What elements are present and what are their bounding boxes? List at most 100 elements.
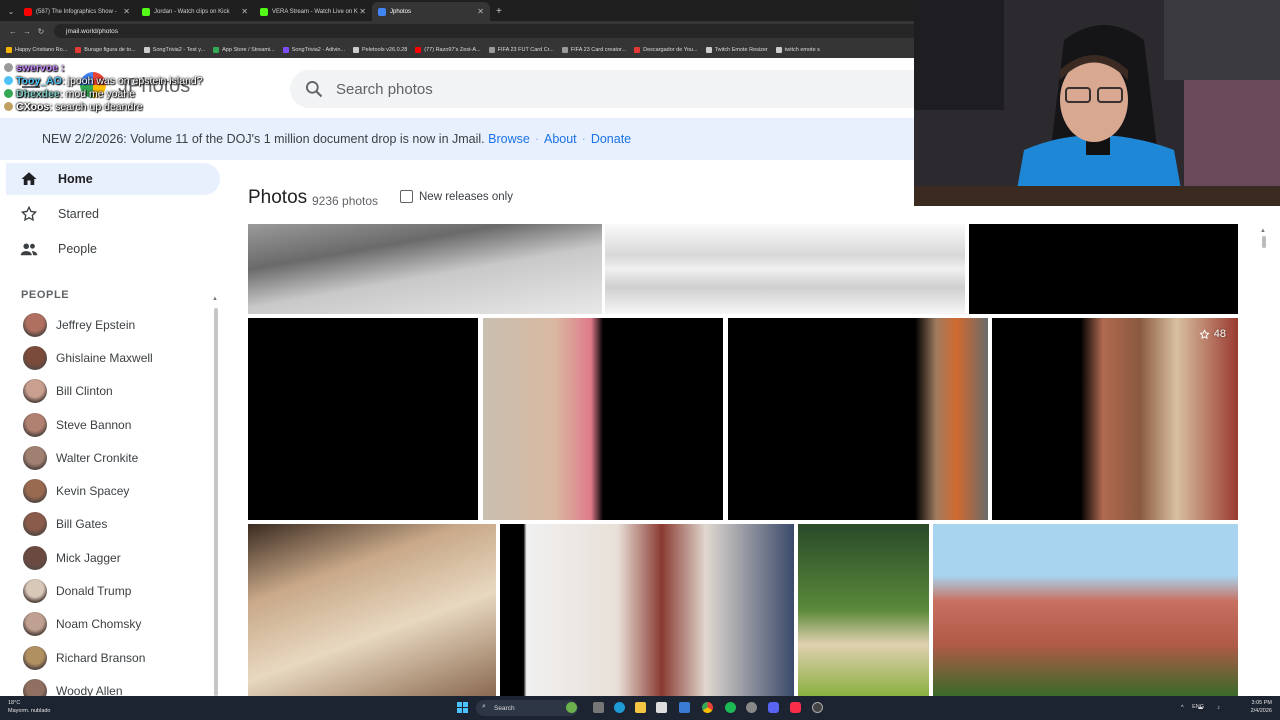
bookmark-item[interactable]: (77) Razo97's Zest-A... (415, 46, 481, 53)
copilot-icon[interactable] (566, 702, 577, 713)
avatar (23, 345, 47, 370)
person-item[interactable]: Mick Jagger (0, 541, 228, 574)
person-name: Ghislaine Maxwell (56, 350, 153, 365)
photo-tile[interactable] (605, 224, 965, 314)
bookmark-item[interactable]: FIFA 23 FUT Card Cr... (488, 46, 554, 53)
photo-tile[interactable] (969, 224, 1238, 314)
close-icon[interactable]: ✕ (241, 7, 248, 16)
browser-tab[interactable]: VERA Stream - Watch Live on K ✕ (254, 2, 372, 21)
person-item[interactable]: Steve Bannon (0, 408, 228, 441)
bookmark-favicon (143, 46, 150, 53)
person-item[interactable]: Jeffrey Epstein (0, 308, 228, 341)
photo-tile[interactable] (798, 524, 929, 696)
language-indicator[interactable]: ENG (1192, 704, 1204, 710)
bookmark-item[interactable]: twitch emote s (775, 46, 820, 53)
bookmark-item[interactable]: Peletools v26.0.28 (353, 46, 408, 53)
photo-tile[interactable] (248, 318, 478, 520)
person-item[interactable]: Noam Chomsky (0, 608, 228, 641)
avatar (23, 412, 47, 437)
task-view-icon[interactable] (593, 702, 604, 713)
person-item[interactable]: Ghislaine Maxwell (0, 341, 228, 374)
windows-taskbar: 18°C Mayorm. nublado ⌕ Search ^ ☁ ♪ ENG … (0, 696, 1280, 720)
person-item[interactable]: Kevin Spacey (0, 474, 228, 507)
photo-tile[interactable] (248, 224, 602, 314)
close-icon[interactable]: ✕ (359, 7, 366, 16)
app-icon[interactable] (812, 702, 823, 713)
photo-tile[interactable] (933, 524, 1238, 696)
bookmark-favicon (6, 46, 12, 53)
reload-icon[interactable]: ↻ (34, 27, 48, 36)
browse-link[interactable]: Browse (488, 132, 530, 146)
photo-tile[interactable] (728, 318, 988, 520)
person-item[interactable]: Woody Allen (0, 674, 228, 696)
search-input[interactable] (336, 80, 836, 98)
photo-tile[interactable] (500, 524, 794, 696)
forward-icon[interactable]: → (20, 27, 34, 36)
new-releases-toggle[interactable]: New releases only (400, 190, 513, 203)
bookmark-item[interactable]: Twitch Emote Resizer (705, 46, 768, 53)
bookmark-item[interactable]: SongTrivia2 - Test y... (143, 46, 205, 53)
nav-starred[interactable]: Starred (6, 198, 220, 230)
browser-tab-active[interactable]: Jphotos ✕ (372, 2, 490, 21)
search-icon[interactable] (304, 79, 324, 99)
main-scrollbar[interactable] (1262, 236, 1266, 248)
taskbar-search[interactable]: ⌕ Search (476, 700, 578, 716)
people-list: Jeffrey Epstein Ghislaine Maxwell Bill Cli… (0, 308, 228, 696)
browser-tab[interactable]: Jordan - Watch clips on Kick ✕ (136, 2, 254, 21)
music-icon[interactable] (790, 702, 801, 713)
calculator-icon[interactable] (656, 702, 667, 713)
chat-username: Tooy_AO (16, 75, 62, 87)
separator: · (581, 132, 586, 146)
bookmark-item[interactable]: App Store / Streami... (213, 46, 275, 53)
person-item[interactable]: Donald Trump (0, 574, 228, 607)
browser-tab[interactable]: (587) The Infographics Show - ✕ (18, 2, 136, 21)
clock[interactable]: 3:05 PM 2/4/2026 (1251, 699, 1272, 715)
bookmark-favicon (705, 46, 712, 53)
new-tab-button[interactable]: + (496, 2, 502, 21)
person-item[interactable]: Walter Cronkite (0, 441, 228, 474)
mail-icon[interactable] (679, 702, 690, 713)
chat-badge-icon (4, 102, 13, 111)
nav-label: Starred (58, 207, 99, 221)
separator: · (534, 132, 539, 146)
start-icon[interactable] (457, 702, 468, 713)
bookmark-item[interactable]: Burago figura de to... (75, 46, 136, 53)
close-icon[interactable]: ✕ (123, 7, 130, 16)
back-icon[interactable]: ← (6, 27, 20, 36)
kick-favicon (142, 7, 150, 16)
nav-home[interactable]: Home (6, 163, 220, 195)
media-icon[interactable] (746, 702, 757, 713)
bookmark-item[interactable]: Happy Cristiano Ro... (6, 46, 67, 53)
person-item[interactable]: Bill Gates (0, 508, 228, 541)
chrome-icon[interactable] (702, 702, 713, 713)
file-explorer-icon[interactable] (635, 702, 646, 713)
bookmark-item[interactable]: FIFA 23 Card creator... (561, 46, 626, 53)
photo-tile[interactable] (483, 318, 723, 520)
spotify-icon[interactable] (725, 702, 736, 713)
sidebar-scroll-up-icon[interactable]: ▲ (212, 296, 218, 302)
bookmark-item[interactable]: SongTrivia2 - Adivin... (282, 46, 345, 53)
sidebar-scrollbar[interactable] (214, 308, 218, 696)
bookmark-favicon (634, 46, 641, 53)
photo-tile[interactable] (248, 524, 496, 696)
discord-icon[interactable] (768, 702, 779, 713)
url-field[interactable]: jmail.world/photos (54, 24, 944, 38)
about-link[interactable]: About (544, 132, 577, 146)
close-icon[interactable]: ✕ (477, 7, 484, 16)
weather-widget[interactable]: 18°C Mayorm. nublado (8, 699, 51, 715)
search-bar[interactable] (290, 70, 914, 108)
person-item[interactable]: Richard Branson (0, 641, 228, 674)
person-item[interactable]: Bill Clinton (0, 375, 228, 408)
edge-icon[interactable] (614, 702, 625, 713)
kick-favicon (260, 7, 268, 16)
main-scroll-up-icon[interactable]: ▲ (1260, 228, 1266, 234)
notice-text: NEW 2/2/2026: Volume 11 of the DOJ's 1 m… (42, 132, 485, 146)
bookmark-favicon (353, 46, 360, 53)
donate-link[interactable]: Donate (591, 132, 631, 146)
new-releases-checkbox[interactable] (400, 190, 413, 203)
tab-search-icon[interactable]: ⌄ (4, 2, 18, 21)
bookmark-item[interactable]: Descargador de You... (634, 46, 698, 53)
nav-people[interactable]: People (6, 233, 220, 265)
photo-tile[interactable]: 48 (992, 318, 1238, 520)
bookmark-label: Peletools v26.0.28 (362, 46, 408, 53)
